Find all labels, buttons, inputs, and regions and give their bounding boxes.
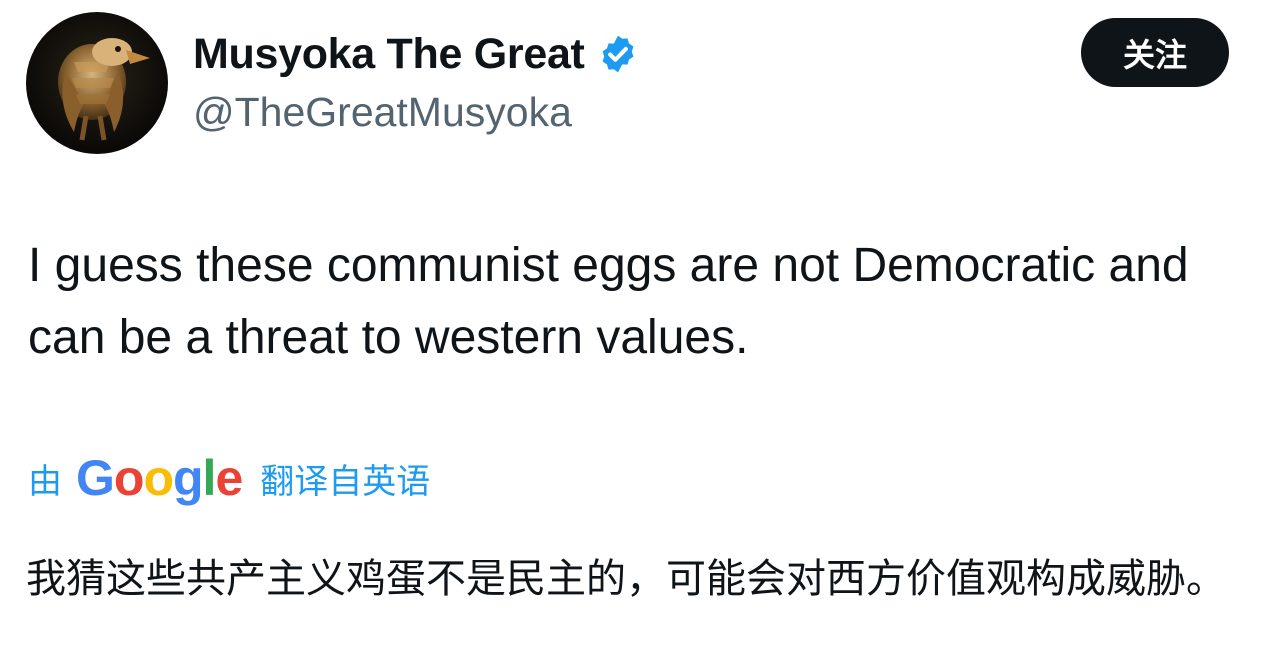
tweet-card: Musyoka The Great @TheGreatMusyoka 关注 I … xyxy=(0,0,1280,672)
translated-tweet-text: 我猜这些共产主义鸡蛋不是民主的，可能会对西方价值观构成威胁。 xyxy=(26,556,1226,602)
eagle-emblem-icon xyxy=(58,38,150,141)
google-letter: o xyxy=(113,450,145,506)
author-handle[interactable]: @TheGreatMusyoka xyxy=(193,89,572,136)
google-letter: o xyxy=(143,450,174,506)
google-letter: G xyxy=(76,450,115,506)
avatar[interactable] xyxy=(26,12,168,154)
translation-attribution[interactable]: 由 Google 翻译自英语 xyxy=(28,448,430,508)
google-logo: Google xyxy=(76,449,243,507)
translation-source-language: 翻译自英语 xyxy=(260,461,431,502)
follow-button[interactable]: 关注 xyxy=(1081,18,1229,87)
google-letter: l xyxy=(202,450,217,506)
verified-badge-icon xyxy=(602,35,633,73)
google-letter: e xyxy=(215,450,243,506)
tweet-text: I guess these communist eggs are not Dem… xyxy=(28,239,1189,364)
author-name-row: Musyoka The Great xyxy=(193,28,639,80)
translation-prefix: 由 xyxy=(28,461,62,502)
google-letter: g xyxy=(173,450,204,506)
author-display-name[interactable]: Musyoka The Great xyxy=(193,30,585,79)
